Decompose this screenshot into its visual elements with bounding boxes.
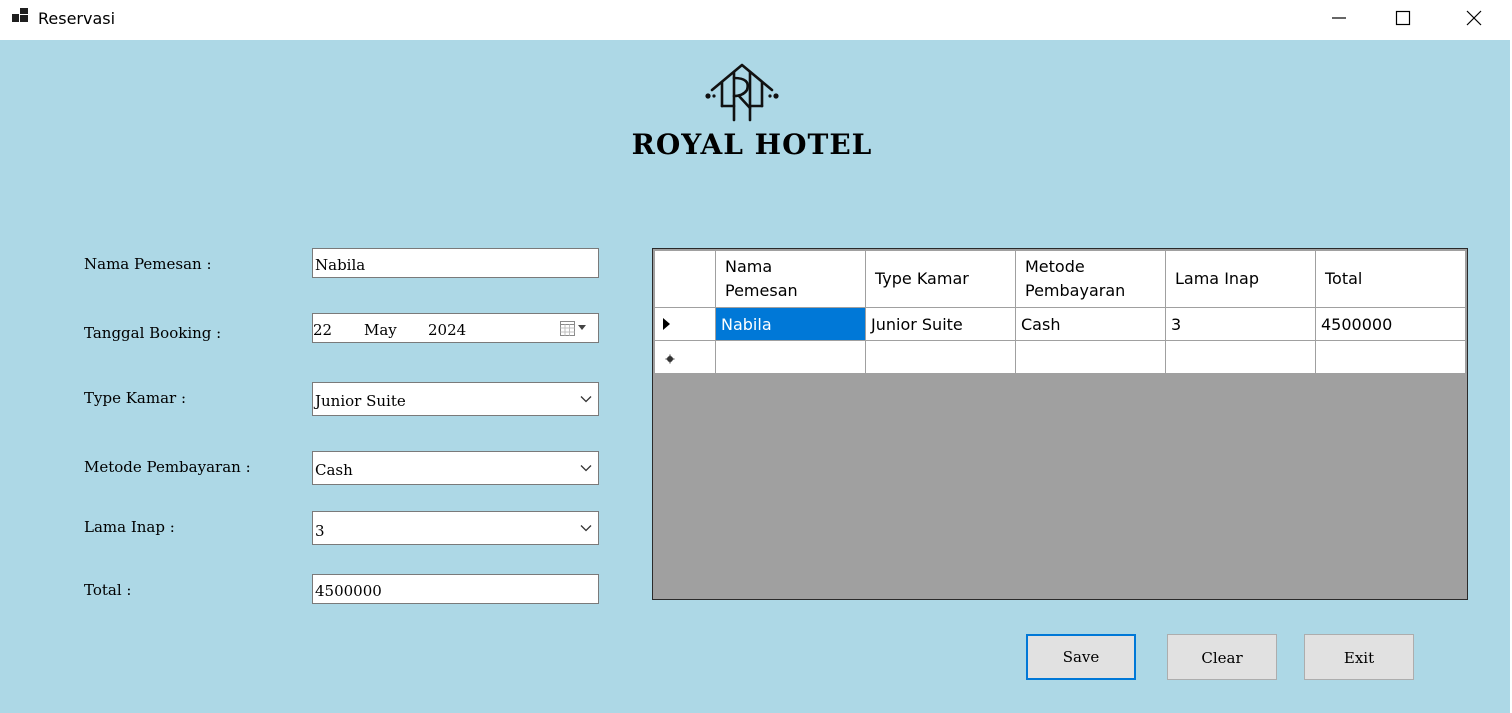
cell-metode-pembayaran[interactable]: Cash <box>1015 307 1166 341</box>
type-kamar-select[interactable]: Junior Suite <box>312 382 599 416</box>
clear-button[interactable]: Clear <box>1167 634 1277 680</box>
column-header-metode-line2: Pembayaran <box>1025 281 1126 300</box>
column-header-nama-pemesan[interactable]: Nama Pemesan <box>715 250 866 308</box>
new-cell-lama-inap[interactable] <box>1165 340 1316 374</box>
lama-inap-value: 3 <box>315 522 325 540</box>
close-button[interactable] <box>1451 0 1497 36</box>
column-header-metode-line1: Metode <box>1025 257 1085 276</box>
column-header-total-label: Total <box>1325 269 1363 288</box>
column-header-nama-line1: Nama <box>725 257 773 276</box>
chevron-down-icon <box>580 525 592 532</box>
row-header-new[interactable] <box>654 340 716 374</box>
grid-corner-header[interactable] <box>654 250 716 308</box>
cell-total[interactable]: 4500000 <box>1315 307 1466 341</box>
save-button[interactable]: Save <box>1026 634 1136 680</box>
column-header-type-label: Type Kamar <box>875 269 969 288</box>
calendar-dropdown-icon[interactable] <box>559 320 591 337</box>
type-kamar-label: Type Kamar : <box>84 389 187 407</box>
metode-pembayaran-label: Metode Pembayaran : <box>84 458 251 476</box>
cell-type-kamar[interactable]: Junior Suite <box>865 307 1016 341</box>
total-label: Total : <box>84 581 132 599</box>
new-cell-total[interactable] <box>1315 340 1466 374</box>
reservation-grid[interactable]: Nama Pemesan Type Kamar Metode Pembayara… <box>652 248 1468 600</box>
total-value: 4500000 <box>315 582 382 600</box>
hotel-logo <box>705 63 779 122</box>
app-icon <box>12 8 30 24</box>
nama-pemesan-label: Nama Pemesan : <box>84 255 212 273</box>
table-row[interactable]: Nabila Junior Suite Cash 3 4500000 <box>654 307 1466 341</box>
tanggal-booking-picker[interactable]: 22 May 2024 <box>312 313 599 343</box>
row-header-current[interactable] <box>654 307 716 341</box>
column-header-lama-inap[interactable]: Lama Inap <box>1165 250 1316 308</box>
hotel-name: ROYAL HOTEL <box>631 128 873 161</box>
column-header-lama-label: Lama Inap <box>1175 269 1260 288</box>
new-cell-nama-pemesan[interactable] <box>715 340 866 374</box>
nama-pemesan-input[interactable]: Nabila <box>312 248 599 278</box>
column-header-metode-pembayaran[interactable]: Metode Pembayaran <box>1015 250 1166 308</box>
window-title: Reservasi <box>38 9 116 28</box>
date-day[interactable]: 22 <box>313 321 332 339</box>
minimize-button[interactable] <box>1316 0 1362 36</box>
type-kamar-value: Junior Suite <box>315 392 406 410</box>
grid-table: Nama Pemesan Type Kamar Metode Pembayara… <box>654 250 1466 374</box>
column-header-total[interactable]: Total <box>1315 250 1466 308</box>
maximize-button[interactable] <box>1380 0 1426 36</box>
chevron-down-icon <box>580 465 592 472</box>
new-cell-metode-pembayaran[interactable] <box>1015 340 1166 374</box>
chevron-down-icon <box>580 396 592 403</box>
new-row[interactable] <box>654 340 1466 374</box>
new-row-asterisk-icon <box>665 354 675 364</box>
title-bar: Reservasi <box>0 0 1512 40</box>
minimize-icon <box>1332 17 1346 19</box>
date-year[interactable]: 2024 <box>428 321 466 339</box>
lama-inap-select[interactable]: 3 <box>312 511 599 545</box>
cell-nama-pemesan[interactable]: Nabila <box>715 307 866 341</box>
close-icon <box>1466 10 1482 26</box>
column-header-nama-line2: Pemesan <box>725 281 798 300</box>
new-cell-type-kamar[interactable] <box>865 340 1016 374</box>
total-input[interactable]: 4500000 <box>312 574 599 604</box>
cell-lama-inap[interactable]: 3 <box>1165 307 1316 341</box>
grid-header-row: Nama Pemesan Type Kamar Metode Pembayara… <box>654 250 1466 308</box>
maximize-icon <box>1395 10 1411 26</box>
metode-pembayaran-select[interactable]: Cash <box>312 451 599 485</box>
tanggal-booking-label: Tanggal Booking : <box>84 324 222 342</box>
date-month[interactable]: May <box>364 321 397 339</box>
exit-button[interactable]: Exit <box>1304 634 1414 680</box>
lama-inap-label: Lama Inap : <box>84 518 175 536</box>
column-header-type-kamar[interactable]: Type Kamar <box>865 250 1016 308</box>
current-row-arrow-icon <box>663 318 670 330</box>
nama-pemesan-value: Nabila <box>315 256 366 274</box>
metode-pembayaran-value: Cash <box>315 461 353 479</box>
